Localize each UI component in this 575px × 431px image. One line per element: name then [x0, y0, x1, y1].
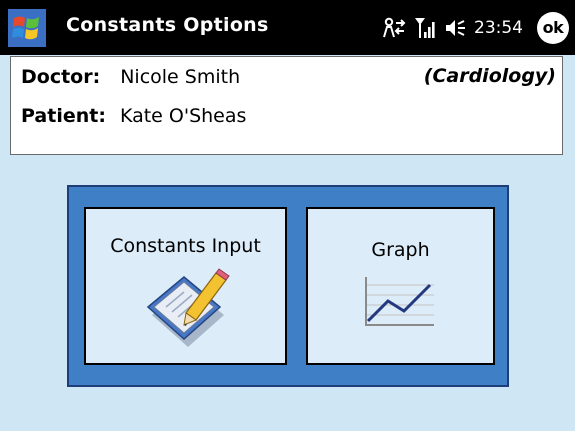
patient-row: Patient: Kate O'Sheas	[21, 105, 246, 127]
graph-label: Graph	[371, 239, 430, 261]
specialty-label: (Cardiology)	[423, 65, 556, 87]
doctor-label: Doctor:	[21, 66, 101, 88]
status-area: 23:54 ok	[382, 0, 569, 55]
title-bar: Constants Options 23:54 ok	[0, 0, 575, 55]
window-title: Constants Options	[66, 14, 269, 36]
info-panel: Doctor: Nicole Smith (Cardiology) Patient…	[10, 56, 563, 155]
connectivity-icon[interactable]	[382, 17, 406, 39]
options-frame: Constants Input Graph	[67, 185, 509, 387]
constants-input-label: Constants Input	[110, 235, 261, 257]
constants-input-button[interactable]: Constants Input	[84, 207, 287, 365]
patient-name: Kate O'Sheas	[119, 105, 247, 127]
signal-strength-icon[interactable]	[414, 16, 436, 40]
ok-button[interactable]: ok	[537, 11, 569, 44]
clock[interactable]: 23:54	[474, 18, 523, 38]
patient-label: Patient:	[21, 105, 106, 127]
doctor-name: Nicole Smith	[120, 66, 241, 88]
edit-form-icon	[142, 267, 234, 355]
graph-button[interactable]: Graph	[306, 207, 495, 365]
doctor-row: Doctor: Nicole Smith	[21, 66, 240, 88]
windows-start-icon[interactable]	[8, 9, 46, 47]
line-graph-icon	[360, 273, 436, 333]
volume-icon[interactable]	[444, 17, 466, 39]
